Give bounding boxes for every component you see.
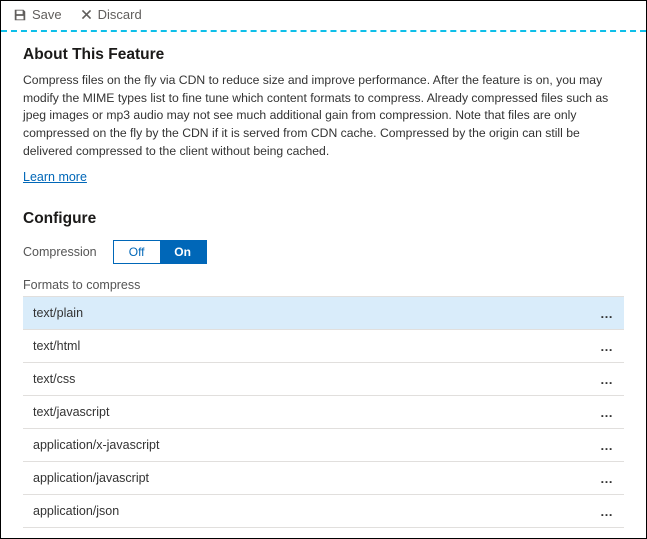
- configure-title: Configure: [23, 210, 624, 228]
- format-value: application/x-javascript: [23, 438, 590, 452]
- toggle-on[interactable]: On: [160, 241, 206, 263]
- discard-button[interactable]: Discard: [80, 7, 142, 22]
- list-item[interactable]: text/html …: [23, 329, 624, 363]
- more-icon[interactable]: …: [590, 438, 624, 453]
- about-description: Compress files on the fly via CDN to red…: [23, 72, 624, 160]
- format-value: text/css: [23, 372, 590, 386]
- compression-label: Compression: [23, 245, 97, 259]
- list-item[interactable]: text/plain …: [23, 296, 624, 330]
- more-icon[interactable]: …: [590, 471, 624, 486]
- learn-more-link[interactable]: Learn more: [23, 170, 87, 184]
- toolbar: Save Discard: [1, 1, 646, 32]
- format-value: application/json: [23, 504, 590, 518]
- more-icon[interactable]: …: [590, 339, 624, 354]
- list-item[interactable]: application/x-javascript …: [23, 428, 624, 462]
- more-icon[interactable]: …: [590, 372, 624, 387]
- list-item[interactable]: application/javascript …: [23, 461, 624, 495]
- more-icon[interactable]: …: [590, 405, 624, 420]
- list-item[interactable]: application/json …: [23, 494, 624, 528]
- format-value: application/javascript: [23, 471, 590, 485]
- compression-toggle[interactable]: Off On: [113, 240, 207, 264]
- formats-label: Formats to compress: [23, 278, 624, 292]
- format-value: text/plain: [23, 306, 590, 320]
- list-item[interactable]: application/xml …: [23, 527, 624, 539]
- more-icon[interactable]: …: [590, 306, 624, 321]
- formats-list: text/plain … text/html … text/css … text…: [23, 296, 624, 539]
- about-title: About This Feature: [23, 46, 624, 64]
- save-label: Save: [32, 7, 62, 22]
- more-icon[interactable]: …: [590, 504, 624, 519]
- list-item[interactable]: text/javascript …: [23, 395, 624, 429]
- discard-icon: [80, 8, 93, 21]
- save-button[interactable]: Save: [13, 7, 62, 22]
- save-icon: [13, 8, 27, 22]
- discard-label: Discard: [98, 7, 142, 22]
- list-item[interactable]: text/css …: [23, 362, 624, 396]
- toggle-off[interactable]: Off: [114, 241, 160, 263]
- format-value: text/javascript: [23, 405, 590, 419]
- format-value: text/html: [23, 339, 590, 353]
